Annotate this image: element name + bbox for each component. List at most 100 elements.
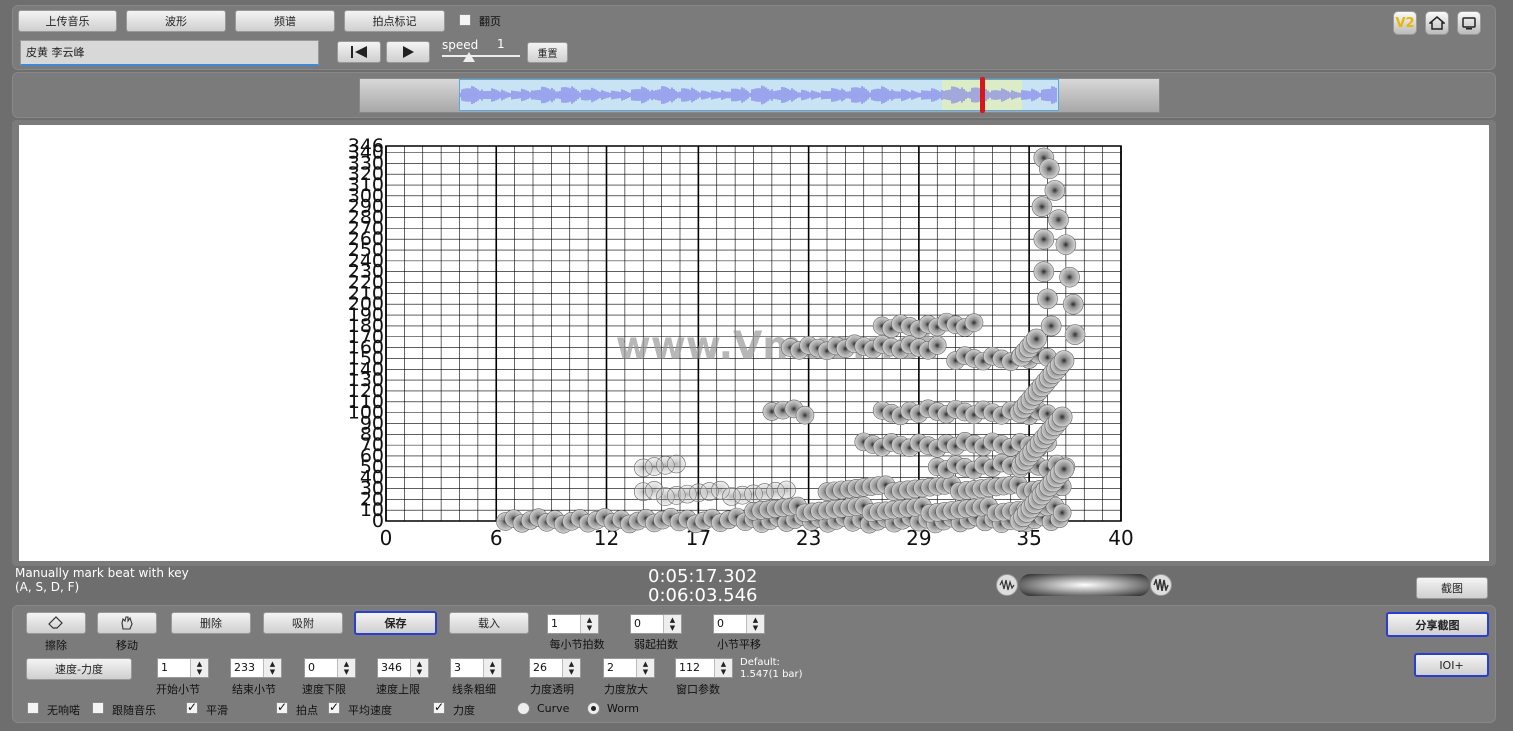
beat-point[interactable]	[1053, 458, 1075, 480]
follow-music-checkbox[interactable]	[92, 702, 104, 714]
beat-point[interactable]	[1039, 158, 1060, 180]
home-icon	[1429, 16, 1445, 30]
spectrum-button[interactable]: 频谱	[235, 10, 335, 32]
move-button[interactable]	[97, 612, 157, 634]
current-time: 0:05:17.302	[648, 566, 758, 587]
monitor-icon	[1462, 17, 1476, 30]
beat-point[interactable]	[1051, 406, 1073, 428]
speed-slider-handle[interactable]	[463, 52, 475, 62]
stepper-arrows-icon[interactable]: ▲ ▼	[746, 615, 764, 633]
flip-page-checkbox[interactable]	[459, 14, 471, 26]
x-tick-label: 6	[490, 526, 503, 550]
overview-waveform	[460, 85, 1057, 105]
stepper-arrows-icon[interactable]: ▲ ▼	[580, 615, 598, 633]
volume-min-icon	[996, 574, 1018, 596]
end-bar-stepper[interactable]: 233 ▲ ▼	[230, 658, 282, 678]
pickup-beats-stepper[interactable]: 0 ▲ ▼	[630, 614, 682, 634]
stepper-arrows-icon[interactable]: ▲ ▼	[663, 615, 681, 633]
waveform-button[interactable]: 波形	[126, 10, 226, 32]
beat-point[interactable]	[1052, 503, 1072, 523]
start-bar-value: 1	[161, 661, 168, 674]
home-button[interactable]	[1425, 11, 1449, 35]
total-time: 0:06:03.546	[648, 585, 758, 606]
hand-icon	[121, 616, 133, 630]
start-bar-stepper[interactable]: 1 ▲ ▼	[157, 658, 209, 678]
overview-playhead[interactable]	[980, 77, 985, 113]
eraser-icon	[48, 616, 63, 629]
follow-music-label: 跟随音乐	[112, 704, 156, 717]
beat-point[interactable]	[1055, 234, 1077, 255]
stepper-arrows-icon[interactable]: ▲ ▼	[190, 659, 208, 677]
dynamics-scale-stepper[interactable]: 2 ▲ ▼	[603, 658, 655, 678]
skip-to-start-button[interactable]	[337, 41, 381, 63]
stepper-arrows-icon[interactable]: ▲ ▼	[483, 659, 501, 677]
stepper-arrows-icon[interactable]: ▲ ▼	[562, 659, 580, 677]
dynamics-scale-label: 力度放大	[604, 683, 648, 696]
beat-point[interactable]	[1048, 209, 1069, 230]
reset-button[interactable]: 重置	[527, 42, 568, 63]
beat-point[interactable]	[1062, 293, 1084, 315]
beat-points	[496, 147, 1086, 534]
stepper-arrows-icon[interactable]: ▲ ▼	[263, 659, 281, 677]
beat-point[interactable]	[777, 480, 796, 500]
beat-point[interactable]	[795, 405, 815, 425]
no-click-checkbox[interactable]	[27, 702, 39, 714]
beat-point[interactable]	[1040, 315, 1062, 337]
speed-slider-track[interactable]	[442, 55, 520, 57]
screenshot-button[interactable]: 截图	[1416, 577, 1488, 599]
no-click-label: 无响喏	[47, 704, 80, 717]
beat-point[interactable]	[1033, 228, 1055, 250]
end-bar-value: 233	[234, 661, 255, 674]
beat-point[interactable]	[1037, 288, 1058, 310]
tempo-min-stepper[interactable]: 0 ▲ ▼	[304, 658, 356, 678]
line-width-stepper[interactable]: 3 ▲ ▼	[450, 658, 502, 678]
bar-shift-stepper[interactable]: 0 ▲ ▼	[713, 614, 765, 634]
beat-point[interactable]	[1059, 266, 1080, 288]
fullscreen-button[interactable]	[1457, 11, 1481, 35]
load-button[interactable]: 载入	[449, 612, 529, 634]
delete-button[interactable]: 删除	[171, 612, 251, 634]
stepper-arrows-icon[interactable]: ▲ ▼	[410, 659, 428, 677]
beats-per-bar-stepper[interactable]: 1 ▲ ▼	[547, 614, 599, 634]
beat-mark-button[interactable]: 拍点标记	[344, 10, 445, 32]
dynamics-opacity-stepper[interactable]: 26 ▲ ▼	[529, 658, 581, 678]
beat-point[interactable]	[1044, 180, 1066, 201]
play-icon	[403, 46, 414, 58]
tempo-max-stepper[interactable]: 346 ▲ ▼	[377, 658, 429, 678]
snap-button[interactable]: 吸附	[263, 612, 343, 634]
x-tick-label: 40	[1108, 526, 1133, 550]
play-button[interactable]	[386, 41, 430, 63]
worm-mode-radio[interactable]	[587, 702, 600, 715]
song-title-field[interactable]: 皮黄 李云峰	[20, 40, 319, 66]
dynamics-checkbox[interactable]	[433, 700, 445, 714]
start-bar-label: 开始小节	[156, 683, 200, 696]
share-screenshot-button[interactable]: 分享截图	[1386, 612, 1489, 637]
beat-point[interactable]	[964, 313, 984, 332]
pickup-beats-label: 弱起拍数	[634, 638, 678, 651]
beat-point[interactable]	[927, 336, 947, 355]
window-param-stepper[interactable]: 112 ▲ ▼	[675, 658, 733, 678]
stepper-arrows-icon[interactable]: ▲ ▼	[337, 659, 355, 677]
stepper-arrows-icon[interactable]: ▲ ▼	[636, 659, 654, 677]
beat-points-checkbox[interactable]	[276, 700, 288, 714]
beat-point[interactable]	[1064, 324, 1086, 345]
ioi-plus-button[interactable]: IOI+	[1414, 653, 1489, 677]
curve-mode-label: Curve	[537, 702, 570, 715]
tempo-chart[interactable]: www.Vmus.net0 6 12 17 23 29 35 4001020304050607…	[19, 125, 1489, 561]
curve-mode-radio[interactable]	[517, 702, 530, 715]
beat-point[interactable]	[1031, 196, 1053, 217]
beat-point[interactable]	[667, 454, 686, 474]
default-line-2: 1.547(1 bar)	[740, 669, 803, 680]
window-param-value: 112	[679, 661, 700, 674]
volume-slider[interactable]	[1019, 574, 1150, 596]
upload-music-button[interactable]: 上传音乐	[18, 10, 117, 32]
tempo-dynamics-button[interactable]: 速度-力度	[26, 658, 132, 680]
average-tempo-checkbox[interactable]	[328, 700, 340, 714]
stepper-arrows-icon[interactable]: ▲ ▼	[714, 659, 732, 677]
save-button[interactable]: 保存	[354, 611, 437, 635]
smooth-checkbox[interactable]	[186, 700, 198, 714]
beat-point[interactable]	[1033, 261, 1055, 283]
version-badge[interactable]: V2	[1393, 11, 1417, 35]
beat-point[interactable]	[1053, 350, 1075, 371]
erase-button[interactable]	[26, 612, 86, 634]
